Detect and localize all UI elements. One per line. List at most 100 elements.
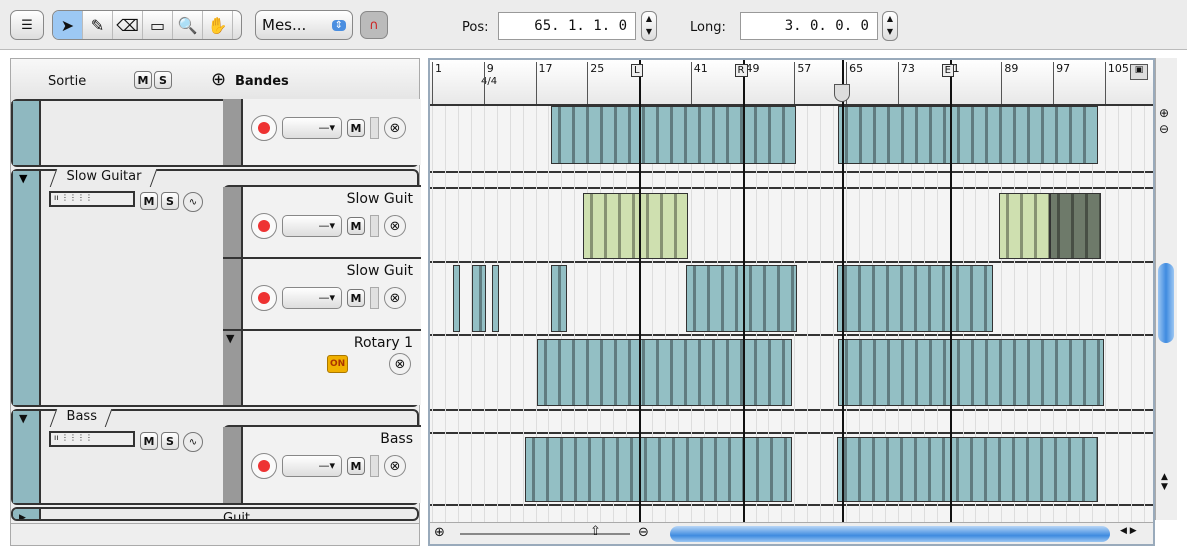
region[interactable]	[1049, 193, 1101, 259]
plugin-on-button[interactable]: ON	[327, 355, 349, 373]
remove-icon[interactable]: ⊗	[384, 455, 406, 477]
input-select[interactable]: —▾	[282, 117, 342, 139]
marker-r[interactable]: R	[734, 64, 748, 77]
horizontal-scrollbar-thumb[interactable]	[670, 526, 1110, 542]
region[interactable]	[452, 265, 460, 332]
grid-line	[432, 106, 433, 522]
vertical-scrollbar[interactable]: ⊕ ⊖ ▲ ▼	[1155, 58, 1177, 520]
record-button[interactable]	[251, 115, 277, 141]
region[interactable]	[837, 265, 993, 332]
lane-handle[interactable]	[223, 187, 243, 259]
mute-button[interactable]: M	[347, 119, 365, 137]
region[interactable]	[525, 437, 793, 502]
time-mode-select[interactable]: Mes... ⇕	[255, 10, 353, 40]
expand-triangle-icon[interactable]: ▶	[13, 513, 26, 519]
record-button[interactable]	[251, 285, 277, 311]
eraser-tool-icon[interactable]: ⌫	[113, 11, 143, 39]
snap-magnet-button[interactable]: ∩	[360, 11, 388, 39]
remove-plugin-icon[interactable]: ⊗	[389, 353, 411, 375]
zoom-out-icon[interactable]: ⊖	[638, 525, 649, 540]
remove-icon[interactable]: ⊗	[384, 287, 406, 309]
ruler-bar-label: 89	[1001, 62, 1018, 104]
mute-button[interactable]: M	[347, 457, 365, 475]
marker-l[interactable]: L	[631, 64, 643, 77]
region[interactable]	[837, 106, 1099, 164]
lane-separator	[430, 409, 1153, 411]
lane-handle[interactable]: ▼	[223, 331, 243, 405]
group-handle[interactable]: ▼	[13, 411, 41, 503]
group-mute-button[interactable]: M	[140, 192, 158, 210]
region[interactable]	[536, 339, 793, 406]
region[interactable]	[837, 437, 1099, 502]
region[interactable]	[472, 265, 487, 332]
lane-separator	[430, 504, 1153, 506]
group-handle[interactable]: ▼	[13, 171, 41, 405]
marquee-tool-icon[interactable]: ▭	[143, 11, 173, 39]
add-bands-label[interactable]: Bandes	[235, 74, 289, 89]
zoom-slider-thumb[interactable]: ⇧	[590, 524, 601, 539]
zoom-bar: ⊕ ⇧ ⊖ ◀ ▶	[430, 522, 1153, 544]
playhead-handle[interactable]	[834, 84, 851, 102]
lane-handle[interactable]	[223, 99, 243, 165]
lane-handle[interactable]	[223, 427, 243, 503]
marker-e[interactable]: E	[941, 64, 954, 77]
waveform-icon[interactable]: ∿	[183, 432, 203, 452]
master-solo-button[interactable]: S	[154, 71, 172, 89]
add-bands-icon[interactable]: ⊕	[211, 69, 226, 90]
fader[interactable]	[370, 455, 379, 477]
input-select[interactable]: —▾	[282, 215, 342, 237]
length-field[interactable]: 3. 0. 0. 0	[740, 12, 878, 40]
collapse-triangle-icon[interactable]: ▼	[223, 332, 234, 345]
remove-icon[interactable]: ⊗	[384, 117, 406, 139]
playhead[interactable]	[842, 60, 845, 522]
lane-handle[interactable]	[223, 259, 243, 331]
region[interactable]	[583, 193, 688, 259]
group-solo-button[interactable]: S	[161, 432, 179, 450]
hand-tool-icon[interactable]: ✋	[203, 11, 233, 39]
collapse-triangle-icon[interactable]: ▼	[13, 172, 27, 185]
lane-name: Bass	[380, 431, 413, 447]
group-name-tab[interactable]: Bass	[49, 409, 113, 427]
region[interactable]	[551, 265, 568, 332]
group-mute-button[interactable]: M	[140, 432, 158, 450]
input-select[interactable]: —▾	[282, 455, 342, 477]
record-button[interactable]	[251, 453, 277, 479]
group-handle[interactable]: ▶	[13, 509, 41, 519]
zoom-in-icon[interactable]: ⊕	[434, 525, 445, 540]
zoom-in-vertical-icon[interactable]: ⊕	[1159, 106, 1169, 120]
master-mute-button[interactable]: M	[134, 71, 152, 89]
lane-slow-guit-1: Slow Guit —▾ M ⊗	[223, 185, 421, 259]
fader[interactable]	[370, 215, 379, 237]
region[interactable]	[998, 193, 1050, 259]
region[interactable]	[551, 106, 797, 164]
zoom-out-vertical-icon[interactable]: ⊖	[1159, 122, 1169, 136]
arrange-area[interactable]: 4/4 1 9 17 25 41 49 57 65 73 1 89 97 105 ▣ ⊕ ⇧ ⊖ ◀ ▶…	[428, 58, 1155, 546]
bar-ruler[interactable]: 4/4 1 9 17 25 41 49 57 65 73 1 89 97 105	[430, 60, 1153, 105]
pencil-tool-icon[interactable]: ✎	[83, 11, 113, 39]
group-handle	[13, 101, 41, 165]
waveform-icon[interactable]: ∿	[183, 192, 203, 212]
input-select[interactable]: —▾	[282, 287, 342, 309]
ruler-toggle-button[interactable]: ▣	[1130, 64, 1148, 80]
record-button[interactable]	[251, 213, 277, 239]
group-name-tab[interactable]: Slow Guitar	[49, 169, 158, 187]
mute-button[interactable]: M	[347, 217, 365, 235]
track-list-button[interactable]: ☰	[10, 10, 44, 40]
vertical-scrollbar-thumb[interactable]	[1158, 263, 1174, 343]
mute-button[interactable]: M	[347, 289, 365, 307]
remove-icon[interactable]: ⊗	[384, 215, 406, 237]
zoom-tool-icon[interactable]: 🔍	[173, 11, 203, 39]
length-stepper[interactable]: ▲ ▼	[882, 11, 898, 41]
region[interactable]	[492, 265, 500, 332]
scroll-up-arrow[interactable]: ▲ ▼	[1161, 472, 1168, 492]
pointer-tool-icon[interactable]: ➤	[53, 11, 83, 39]
fader[interactable]	[370, 287, 379, 309]
scroll-left-arrow[interactable]: ◀ ▶	[1120, 526, 1137, 536]
position-field[interactable]: 65. 1. 1. 0	[498, 12, 636, 40]
fader[interactable]	[370, 117, 379, 139]
collapse-triangle-icon[interactable]: ▼	[13, 412, 27, 425]
group-solo-button[interactable]: S	[161, 192, 179, 210]
position-stepper[interactable]: ▲ ▼	[641, 11, 657, 41]
zoom-slider[interactable]	[460, 533, 630, 535]
region[interactable]	[837, 339, 1105, 406]
